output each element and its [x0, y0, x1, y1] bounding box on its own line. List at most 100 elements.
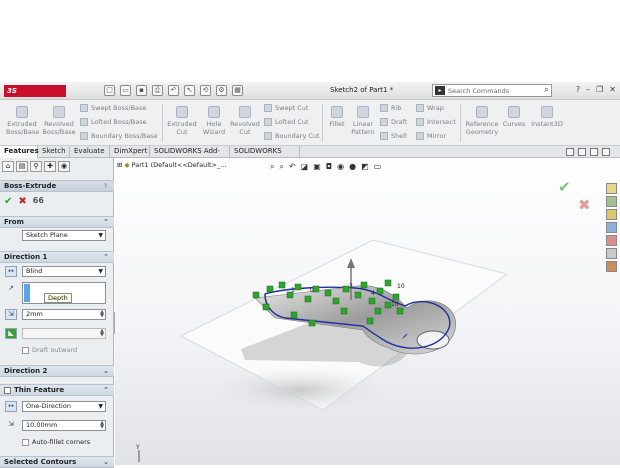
search-icon[interactable]: ⌕	[544, 85, 549, 95]
thin-feature-header[interactable]: Thin Feature ⌃	[0, 384, 114, 396]
tab-mbd[interactable]: SOLIDWORKS MBD	[230, 146, 300, 166]
wrap-button[interactable]: Wrap	[416, 104, 444, 113]
restore-icon[interactable]: ❐	[596, 85, 603, 94]
fillet-button[interactable]: Fillet	[326, 106, 348, 128]
search-commands[interactable]: ▸ Search Commands ⌕	[432, 84, 552, 97]
rebuild-icon[interactable]: ⟲	[200, 85, 211, 96]
minimize-icon[interactable]: –	[586, 85, 590, 94]
from-dropdown[interactable]: Sketch Plane ▼	[22, 230, 106, 241]
previous-view-icon[interactable]: ↶	[289, 162, 296, 172]
swept-boss-button[interactable]: Swept Boss/Base	[80, 104, 146, 113]
property-icon[interactable]: ▤	[16, 161, 28, 172]
grid-icon[interactable]: ▦	[232, 85, 243, 96]
forum-icon[interactable]	[606, 261, 617, 272]
config-icon[interactable]: ⚲	[30, 161, 42, 172]
options-icon[interactable]: ⚙	[216, 85, 227, 96]
confirm-corner-ok-icon[interactable]: ✔	[558, 178, 571, 196]
intersect-button[interactable]: Intersect	[416, 118, 456, 127]
direction1-header[interactable]: Direction 1 ⌃	[0, 251, 114, 263]
thin-type-dropdown[interactable]: One-Direction ▼	[22, 401, 106, 412]
spinner-icon[interactable]: ▲ ▼	[100, 329, 104, 338]
revolved-boss-button[interactable]: Revolved Boss/Base	[42, 106, 76, 136]
extruded-cut-button[interactable]: Extruded Cut	[166, 106, 198, 136]
design-library-icon[interactable]	[606, 196, 617, 207]
preview-icon[interactable]: 66	[33, 196, 44, 207]
draft-angle-input[interactable]: ▲ ▼	[22, 328, 106, 339]
file-explorer-icon[interactable]	[606, 209, 617, 220]
close-icon[interactable]	[602, 148, 610, 156]
display-style-icon[interactable]: ◘	[326, 162, 332, 172]
spinner-icon[interactable]: ▲ ▼	[100, 421, 104, 430]
tab-evaluate[interactable]: Evaluate	[70, 146, 110, 158]
swept-cut-button[interactable]: Swept Cut	[264, 104, 308, 113]
resources-icon[interactable]	[606, 183, 617, 194]
tile-icon[interactable]	[566, 148, 574, 156]
boundary-boss-button[interactable]: Boundary Boss/Base	[80, 132, 158, 141]
tab-features[interactable]: Features	[0, 146, 39, 158]
collapse-icon[interactable]: ⌃	[103, 217, 109, 228]
view-orientation-icon[interactable]: ▣	[313, 162, 321, 172]
confirm-corner-cancel-icon[interactable]: ✖	[578, 196, 591, 214]
reference-geometry-button[interactable]: Reference Geometry	[464, 106, 500, 136]
thickness-input[interactable]: 10.00mm ▲ ▼	[22, 420, 106, 431]
tab-dimxpert[interactable]: DimXpert	[110, 146, 150, 158]
expand-icon[interactable]: ⌄	[103, 457, 109, 468]
scene-icon[interactable]: ◩	[361, 162, 369, 172]
select-icon[interactable]: ↖	[184, 85, 195, 96]
graphics-area[interactable]: 1 0 3 4 10 10 Y	[115, 158, 620, 465]
end-condition-dropdown[interactable]: Blind ▼	[22, 266, 106, 277]
view-settings-icon[interactable]: ▭	[374, 162, 382, 172]
appearance-icon[interactable]: ●	[349, 162, 356, 172]
reverse-direction-icon[interactable]: ↔	[5, 266, 17, 277]
extruded-boss-button[interactable]: Extruded Boss/Base	[6, 106, 39, 136]
display-icon[interactable]: ◉	[58, 161, 70, 172]
cancel-x-icon[interactable]: ✖	[18, 196, 26, 207]
collapse-icon[interactable]: ⌃	[103, 252, 109, 263]
open-icon[interactable]: ▭	[120, 85, 131, 96]
collapse-icon[interactable]: ⌃	[103, 385, 109, 396]
hide-show-icon[interactable]: ◉	[337, 162, 344, 172]
boundary-cut-button[interactable]: Boundary Cut	[264, 132, 320, 141]
rib-button[interactable]: Rib	[380, 104, 401, 113]
dimxpert-icon[interactable]: ✚	[44, 161, 56, 172]
linear-pattern-button[interactable]: Linear Pattern	[350, 106, 376, 136]
tab-sketch[interactable]: Sketch	[38, 146, 70, 158]
section-view-icon[interactable]: ◪	[301, 162, 309, 172]
from-section-header[interactable]: From ⌃	[0, 216, 114, 228]
custom-properties-icon[interactable]	[606, 248, 617, 259]
lofted-boss-button[interactable]: Lofted Boss/Base	[80, 118, 147, 127]
expand-icon[interactable]: ⌄	[103, 366, 109, 377]
feature-tree-icon[interactable]: ⌂	[2, 161, 14, 172]
hole-wizard-button[interactable]: Hole Wizard	[200, 106, 228, 136]
reverse-icon[interactable]: ↔	[5, 401, 17, 412]
draft-outward-checkbox[interactable]: Draft outward	[22, 346, 77, 355]
draft-button[interactable]: Draft	[380, 118, 407, 127]
selected-contours-header[interactable]: Selected Contours ⌄	[0, 456, 114, 468]
direction2-header[interactable]: Direction 2 ⌄	[0, 365, 114, 377]
draft-toggle-icon[interactable]: ◣	[5, 328, 17, 339]
thin-feature-checkbox[interactable]	[4, 386, 11, 394]
view-palette-icon[interactable]	[606, 222, 617, 233]
auto-fillet-checkbox[interactable]: Auto-fillet corners	[22, 438, 90, 447]
undo-icon[interactable]: ↶	[168, 85, 179, 96]
revolved-cut-button[interactable]: Revolved Cut	[230, 106, 260, 136]
close-icon[interactable]: ✕	[609, 85, 616, 94]
tab-addins[interactable]: SOLIDWORKS Add-Ins	[150, 146, 230, 166]
expand-icon[interactable]: ⊞	[117, 161, 125, 169]
print-icon[interactable]: ⎙	[152, 85, 163, 96]
help-icon[interactable]: ?	[576, 85, 580, 94]
save-icon[interactable]: ▪	[136, 85, 147, 96]
mirror-button[interactable]: Mirror	[416, 132, 446, 141]
restore-icon[interactable]	[578, 148, 586, 156]
spinner-icon[interactable]: ▲ ▼	[100, 310, 104, 319]
ok-check-icon[interactable]: ✔	[4, 196, 12, 207]
lofted-cut-button[interactable]: Lofted Cut	[264, 118, 309, 127]
new-icon[interactable]: □	[104, 85, 115, 96]
instant3d-button[interactable]: Instant3D	[530, 106, 564, 128]
search-input[interactable]: Search Commands	[448, 87, 509, 95]
zoom-fit-icon[interactable]: ⌕	[270, 162, 274, 172]
curves-button[interactable]: Curves	[502, 106, 526, 128]
shell-button[interactable]: Shell	[380, 132, 407, 141]
depth-input[interactable]: 2mm ▲ ▼	[22, 309, 106, 320]
feature-tree-flyout[interactable]: ⊞ ◆ Part1 (Default<<Default>_...	[117, 161, 226, 169]
